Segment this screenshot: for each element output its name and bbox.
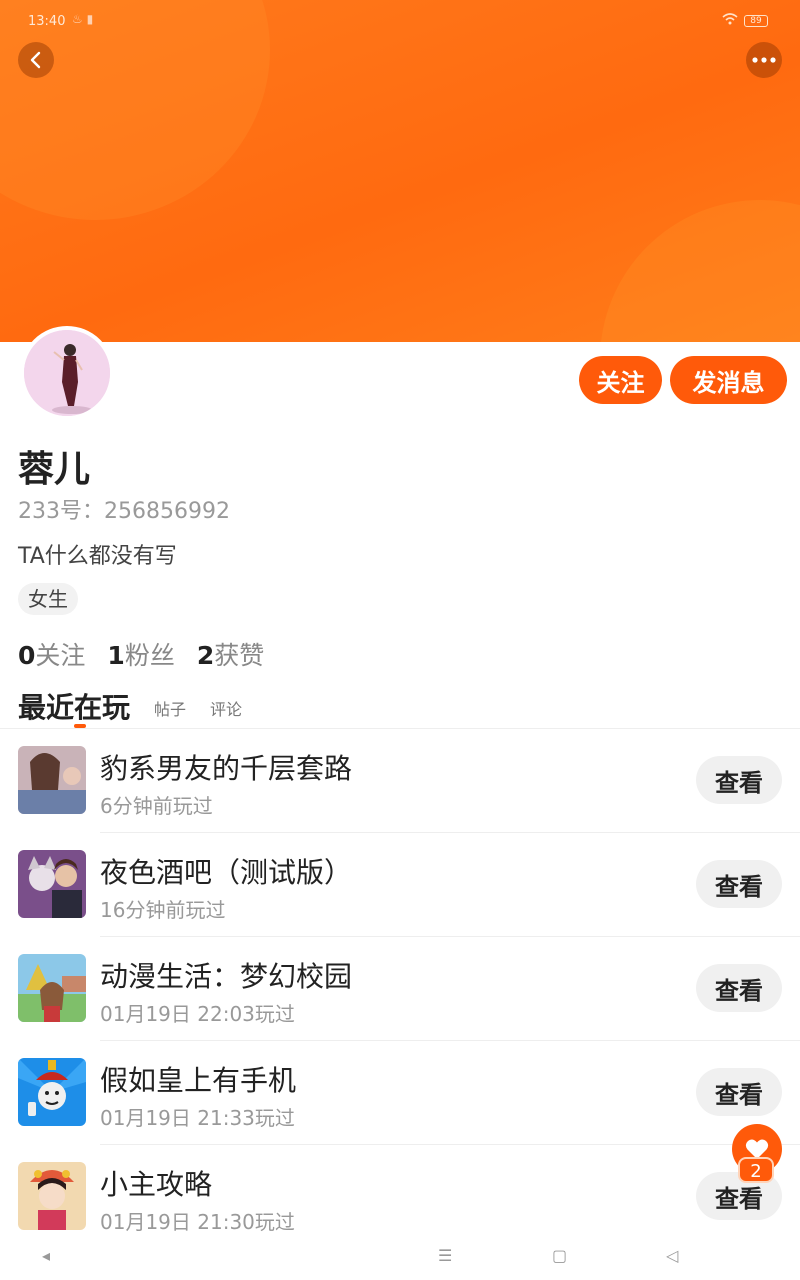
game-thumbnail xyxy=(18,954,86,1022)
profile-uid: 233号：256856992 xyxy=(18,493,230,525)
header-banner xyxy=(0,0,800,342)
profile-stats: 0关注 1粉丝 2获赞 xyxy=(18,636,264,672)
game-played-time: 01月19日 22:03玩过 xyxy=(100,1002,295,1026)
tab-comments[interactable]: 评论 xyxy=(210,696,242,720)
stat-number: 1 xyxy=(107,641,125,670)
game-thumbnail xyxy=(18,746,86,814)
view-button[interactable]: 查看 xyxy=(696,756,782,804)
notification-icon: ♨ ▮ xyxy=(72,12,94,26)
list-item[interactable]: 动漫生活：梦幻校园 01月19日 22:03玩过 查看 xyxy=(0,937,800,1041)
stat-label: 获赞 xyxy=(214,641,265,670)
back-triangle-icon[interactable]: ◂ xyxy=(42,1246,50,1265)
tab-label: 最近在玩 xyxy=(18,691,131,724)
list-item[interactable]: 夜色酒吧（测试版） 16分钟前玩过 查看 xyxy=(0,833,800,937)
send-message-button[interactable]: 发消息 xyxy=(670,356,787,404)
stat-fans[interactable]: 1粉丝 xyxy=(107,636,174,672)
stat-number: 0 xyxy=(18,641,36,670)
stat-number: 2 xyxy=(196,641,215,670)
game-played-time: 6分钟前玩过 xyxy=(100,794,213,818)
game-thumbnail xyxy=(18,1162,86,1230)
view-button[interactable]: 查看 xyxy=(696,964,782,1012)
game-title: 动漫生活：梦幻校园 xyxy=(100,960,353,993)
game-title: 豹系男友的千层套路 xyxy=(100,752,353,785)
uid-label: 233号： xyxy=(18,499,104,524)
profile-tabs: 最近在玩 帖子 评论 xyxy=(18,686,242,728)
battery-icon: 89 xyxy=(744,15,768,27)
status-bar: 13:40 ♨ ▮ 89 xyxy=(0,0,800,44)
uid-value: 256856992 xyxy=(104,499,230,524)
view-button[interactable]: 查看 xyxy=(696,1068,782,1116)
stat-label: 关注 xyxy=(35,641,86,670)
stat-label: 粉丝 xyxy=(124,641,175,670)
list-item[interactable]: 小主攻略 01月19日 21:30玩过 查看 xyxy=(0,1145,800,1249)
menu-icon[interactable]: ☰ xyxy=(438,1246,452,1265)
game-title: 夜色酒吧（测试版） xyxy=(100,856,353,889)
like-count-badge: 2 xyxy=(738,1157,774,1183)
game-played-time: 01月19日 21:30玩过 xyxy=(100,1210,295,1234)
tab-posts[interactable]: 帖子 xyxy=(154,696,186,720)
view-button[interactable]: 查看 xyxy=(696,860,782,908)
recent-games-list: 豹系男友的千层套路 6分钟前玩过 查看 夜色酒吧（测试版） 16分钟前玩过 查看… xyxy=(0,729,800,1249)
system-nav-bar: ◂ ☰ ▢ ◁ xyxy=(0,1236,800,1280)
avatar[interactable] xyxy=(20,326,114,420)
list-item[interactable]: 豹系男友的千层套路 6分钟前玩过 查看 xyxy=(0,729,800,833)
game-title: 小主攻略 xyxy=(100,1168,213,1201)
wifi-icon xyxy=(722,13,738,28)
recent-triangle-icon[interactable]: ◁ xyxy=(666,1246,678,1265)
tab-recent-play[interactable]: 最近在玩 xyxy=(18,686,131,728)
back-button[interactable] xyxy=(18,42,54,78)
game-title: 假如皇上有手机 xyxy=(100,1064,297,1097)
profile-name: 蓉儿 xyxy=(18,449,91,490)
gender-tag: 女生 xyxy=(18,583,78,615)
profile-bio: TA什么都没有写 xyxy=(18,544,177,569)
list-item[interactable]: 假如皇上有手机 01月19日 21:33玩过 查看 xyxy=(0,1041,800,1145)
game-thumbnail xyxy=(18,850,86,918)
follow-button[interactable]: 关注 xyxy=(579,356,662,404)
chevron-left-icon xyxy=(30,51,41,69)
banner-decoration xyxy=(600,200,800,342)
stat-following[interactable]: 0关注 xyxy=(18,636,85,672)
game-thumbnail xyxy=(18,1058,86,1126)
home-square-icon[interactable]: ▢ xyxy=(552,1246,567,1265)
game-played-time: 01月19日 21:33玩过 xyxy=(100,1106,295,1130)
more-dots-icon xyxy=(752,57,776,63)
more-button[interactable] xyxy=(746,42,782,78)
status-time: 13:40 xyxy=(28,14,66,29)
stat-likes[interactable]: 2获赞 xyxy=(197,636,264,672)
game-played-time: 16分钟前玩过 xyxy=(100,898,226,922)
